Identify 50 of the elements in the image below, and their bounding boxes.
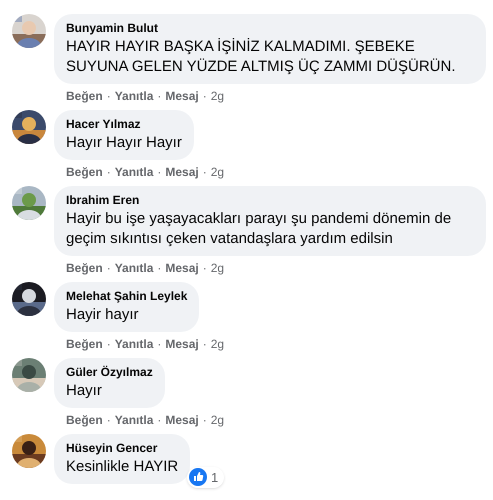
action-link[interactable]: Beğen xyxy=(66,261,103,275)
separator-dot: · xyxy=(157,413,162,427)
action-link[interactable]: Mesaj xyxy=(165,89,199,103)
separator-dot: · xyxy=(106,413,111,427)
separator-dot: · xyxy=(202,261,207,275)
separator-dot: · xyxy=(157,165,162,179)
separator-dot: · xyxy=(202,89,207,103)
separator-dot: · xyxy=(202,413,207,427)
separator-dot: · xyxy=(157,261,162,275)
author-name[interactable]: Melehat Şahin Leylek xyxy=(66,289,188,304)
author-name[interactable]: Ibrahim Eren xyxy=(66,193,474,208)
separator-dot: · xyxy=(157,89,162,103)
comment-text: HAYIR HAYIR BAŞKA İŞİNİZ KALMADIMI. ŞEBEKE SUYUNA GELEN YÜZDE ALTMIŞ ÜÇ ZAMMI DÜŞÜRÜN. xyxy=(66,37,457,77)
action-link[interactable]: Yanıtla xyxy=(114,165,154,179)
separator-dot: · xyxy=(106,261,111,275)
action-link[interactable]: Yanıtla xyxy=(114,413,154,427)
author-name[interactable]: Hacer Yılmaz xyxy=(66,117,182,132)
action-link[interactable]: Yanıtla xyxy=(114,337,154,351)
action-link[interactable]: Beğen xyxy=(66,89,103,103)
action-link[interactable]: Yanıtla xyxy=(114,89,154,103)
action-link[interactable]: Beğen xyxy=(66,165,103,179)
timestamp[interactable]: 2g xyxy=(210,413,224,427)
separator-dot: · xyxy=(157,337,162,351)
author-name[interactable]: Hüseyin Gencer xyxy=(66,441,178,456)
author-name[interactable]: Bunyamin Bulut xyxy=(66,21,474,36)
comment-text: Hayır Hayır Hayır xyxy=(66,133,182,153)
reaction-count: 1 xyxy=(211,468,218,486)
thumbs-up-icon xyxy=(189,468,208,486)
separator-dot: · xyxy=(202,337,207,351)
reaction-badge[interactable]: 1 xyxy=(187,466,224,488)
action-link[interactable]: Mesaj xyxy=(165,165,199,179)
action-link[interactable]: Mesaj xyxy=(165,261,199,275)
separator-dot: · xyxy=(202,165,207,179)
timestamp[interactable]: 2g xyxy=(210,89,224,103)
author-name[interactable]: Güler Özyılmaz xyxy=(66,365,153,380)
action-link[interactable]: Mesaj xyxy=(165,337,199,351)
action-link[interactable]: Beğen xyxy=(66,413,103,427)
action-link[interactable]: Yanıtla xyxy=(114,261,154,275)
separator-dot: · xyxy=(106,165,111,179)
action-link[interactable]: Beğen xyxy=(66,337,103,351)
comment-text: Hayır xyxy=(66,381,103,401)
timestamp[interactable]: 2g xyxy=(210,165,224,179)
comment-text: Kesinlikle HAYIR xyxy=(66,457,178,477)
separator-dot: · xyxy=(106,89,111,103)
separator-dot: · xyxy=(106,337,111,351)
action-link[interactable]: Mesaj xyxy=(165,413,199,427)
comment-text: Hayir hayır xyxy=(66,305,140,325)
timestamp[interactable]: 2g xyxy=(210,261,224,275)
timestamp[interactable]: 2g xyxy=(210,337,224,351)
comment-text: Hayir bu işe yaşayacakları parayı şu pandemi dönemin de geçim sıkıntısı çeken vatandaşlara yardım edilsin xyxy=(66,209,452,249)
